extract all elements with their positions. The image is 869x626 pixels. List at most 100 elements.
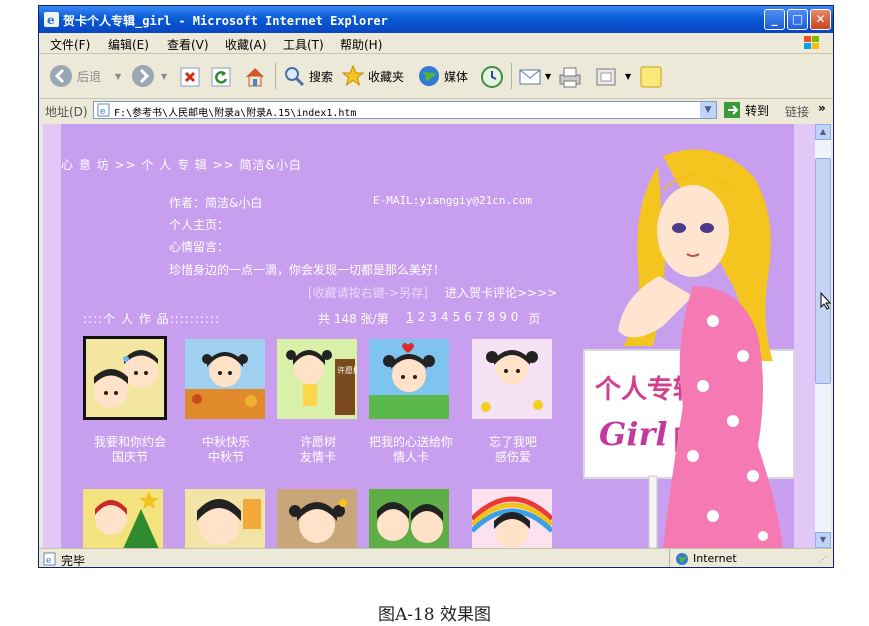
go-button[interactable]: 转到 — [723, 101, 769, 119]
media-globe-icon — [419, 66, 439, 86]
card-thumbnail[interactable] — [277, 489, 357, 548]
address-value: F:\参考书\人民邮电\附录a\附录A.15\index1.htm — [114, 108, 357, 119]
card-thumbnail[interactable] — [472, 339, 552, 419]
card-title[interactable]: 中秋快乐 — [176, 435, 276, 450]
page-link[interactable]: 0 — [511, 310, 519, 327]
cartoon-pair-image — [369, 489, 449, 548]
pagination: 1 2 3 4 5 6 7 8 9 0 页 — [406, 310, 540, 327]
forward-dropdown-icon[interactable]: ▼ — [161, 72, 167, 81]
browser-window: e 贺卡个人专辑_girl - Microsoft Internet Explo… — [38, 5, 834, 568]
count-text: 共 148 张/第 — [318, 312, 389, 326]
page-link[interactable]: 6 — [464, 310, 472, 327]
page-link[interactable]: 5 — [453, 310, 461, 327]
page-link[interactable]: 1 — [406, 310, 414, 327]
history-icon[interactable] — [480, 65, 504, 89]
window-title: 贺卡个人专辑_girl - Microsoft Internet Explore… — [63, 14, 388, 28]
homepage-label: 个人主页： — [169, 218, 230, 232]
svg-text:e: e — [46, 556, 51, 566]
menu-view[interactable]: 查看(V) — [167, 36, 209, 53]
scroll-down-icon[interactable]: ▼ — [815, 532, 831, 548]
cartoon-girl-image — [185, 489, 265, 548]
messenger-note-icon[interactable] — [639, 65, 663, 89]
links-chevron-icon[interactable]: » — [818, 101, 826, 115]
stop-icon[interactable] — [180, 67, 200, 87]
go-arrow-icon — [724, 102, 740, 118]
forward-arrow-icon — [132, 65, 154, 87]
page-icon: e — [97, 103, 110, 117]
card-title[interactable]: 忘了我吧 — [463, 435, 563, 450]
media-button[interactable]: 媒体 — [417, 63, 468, 89]
ie-logo-icon: e — [44, 12, 59, 27]
works-label: ::::个 人 作 品:::::::::: — [83, 312, 221, 326]
print-icon[interactable] — [557, 65, 583, 89]
svg-text:e: e — [100, 107, 105, 117]
card-thumbnail[interactable] — [185, 339, 265, 419]
card-title[interactable]: 许愿树 — [268, 435, 368, 450]
favorites-button[interactable]: 收藏夹 — [341, 63, 404, 89]
mail-icon[interactable] — [519, 67, 543, 87]
back-button[interactable]: 后退 ▼ — [49, 63, 121, 89]
page-link[interactable]: 8 — [487, 310, 495, 327]
svg-text:e: e — [47, 13, 55, 27]
edit-dropdown-icon[interactable]: ▼ — [625, 72, 631, 81]
card-thumbnail[interactable] — [369, 489, 449, 548]
save-hint: [收藏请按右键->另存] — [308, 286, 428, 300]
card-title[interactable]: 把我的心送给你 — [361, 435, 461, 450]
page-link[interactable]: 7 — [476, 310, 484, 327]
scroll-thumb[interactable] — [815, 158, 831, 384]
card-thumbnail[interactable]: 许愿树 — [277, 339, 357, 419]
card-thumbnail[interactable] — [83, 336, 167, 420]
page-link[interactable]: 4 — [441, 310, 449, 327]
vertical-scrollbar[interactable]: ▲ ▼ — [815, 124, 831, 548]
forward-button[interactable]: ▼ — [131, 63, 167, 89]
page-link[interactable]: 3 — [429, 310, 437, 327]
page-link[interactable]: 2 — [418, 310, 426, 327]
back-label: 后退 — [77, 69, 102, 84]
star-icon — [341, 64, 365, 87]
page-link[interactable]: 9 — [499, 310, 507, 327]
resize-grip-icon[interactable]: ⋰ — [819, 555, 827, 564]
email-link[interactable]: E-MAIL:yianggiy@21cn.com — [373, 194, 532, 207]
message-label: 心情留言： — [169, 240, 230, 254]
menu-favorites[interactable]: 收藏(A) — [225, 36, 267, 53]
comment-link[interactable]: 进入贺卡评论>>>> — [445, 284, 557, 301]
cartoon-autumn-image — [185, 339, 265, 419]
cartoon-heart-image — [369, 339, 449, 419]
card-title[interactable]: 我要和你约会 — [80, 435, 180, 450]
title-bar[interactable]: e 贺卡个人专辑_girl - Microsoft Internet Explo… — [39, 6, 833, 33]
address-label: 地址(D) — [45, 105, 88, 119]
address-dropdown-icon[interactable]: ▼ — [700, 102, 716, 118]
menu-edit[interactable]: 编辑(E) — [108, 36, 149, 53]
internet-globe-icon — [676, 553, 688, 565]
card-thumbnail[interactable] — [472, 489, 552, 548]
back-dropdown-icon[interactable]: ▼ — [115, 72, 121, 81]
status-bar: e 完毕 Internet ⋰ — [39, 548, 833, 567]
minimize-button[interactable]: _ — [764, 9, 785, 30]
address-input[interactable]: e F:\参考书\人民邮电\附录a\附录A.15\index1.htm ▼ — [93, 101, 717, 119]
breadcrumb[interactable]: 心 意 坊 >> 个 人 专 辑 >> 简洁&小白 — [61, 156, 302, 173]
card-thumbnail[interactable] — [369, 339, 449, 419]
cartoon-sleepy-image — [277, 489, 357, 548]
card-thumbnail[interactable] — [83, 489, 163, 548]
toolbar: 后退 ▼ ▼ 搜索 收藏夹 媒体 ▼ ▼ — [39, 54, 833, 99]
menu-file[interactable]: 文件(F) — [50, 36, 90, 53]
mail-dropdown-icon[interactable]: ▼ — [545, 72, 551, 81]
page-suffix: 页 — [528, 312, 541, 326]
cartoon-rainbow-image — [472, 489, 552, 548]
edit-icon[interactable] — [595, 67, 617, 87]
links-label[interactable]: 链接 — [785, 103, 809, 120]
close-button[interactable]: ✕ — [810, 9, 831, 30]
maximize-button[interactable]: □ — [787, 9, 808, 30]
search-button[interactable]: 搜索 — [282, 63, 333, 89]
refresh-icon[interactable] — [211, 67, 231, 87]
author-text: 作者：简洁&小白 — [169, 196, 263, 210]
menu-tools[interactable]: 工具(T) — [283, 36, 324, 53]
home-icon[interactable] — [243, 65, 267, 89]
card-thumbnail[interactable] — [185, 489, 265, 548]
card-category: 中秋节 — [207, 450, 244, 464]
search-label: 搜索 — [309, 69, 334, 84]
favorites-label: 收藏夹 — [368, 69, 405, 84]
menu-help[interactable]: 帮助(H) — [340, 36, 382, 53]
scroll-up-icon[interactable]: ▲ — [815, 124, 831, 140]
page-content: 心 意 坊 >> 个 人 专 辑 >> 简洁&小白 作者：简洁&小白 E-MAI… — [43, 124, 815, 548]
